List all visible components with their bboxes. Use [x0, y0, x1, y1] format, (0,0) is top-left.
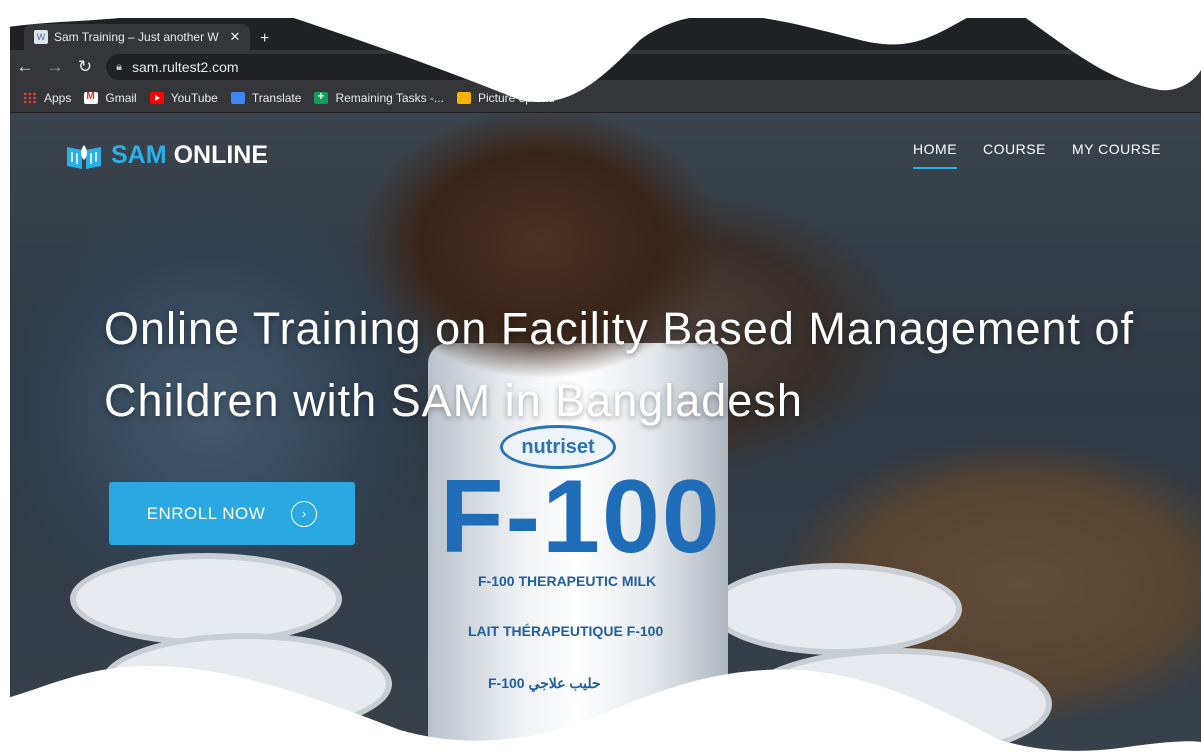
bookmark-label: Remaining Tasks -... [335, 91, 444, 105]
main-nav: HOME COURSE MY COURSE [887, 141, 1161, 169]
chevron-right-circle-icon: › [291, 500, 318, 527]
tin-lid [70, 553, 342, 645]
bookmark-youtube[interactable]: YouTube [149, 91, 218, 105]
tin-lid [100, 633, 392, 735]
bookmark-remaining-tasks[interactable]: Remaining Tasks -... [314, 89, 444, 105]
bookmarks-bar: Apps Gmail YouTube Translate Remaining T… [10, 84, 1201, 113]
sheets-icon [314, 89, 329, 104]
tin-lid [740, 648, 1052, 753]
reload-icon[interactable]: ↻ [70, 57, 100, 77]
browser-tab-strip: W Sam Training – Just another W ✕ + [10, 18, 1201, 50]
back-arrow-icon[interactable]: ← [10, 57, 40, 77]
address-bar[interactable]: 🔒︎ sam.rultest2.com [106, 54, 1166, 80]
bookmark-label: Apps [44, 91, 72, 105]
gmail-icon [84, 91, 99, 104]
hero-section: nutriset F-100 F-100 THERAPEUTIC MILK LA… [10, 113, 1201, 753]
tab-title: Sam Training – Just another W [54, 30, 219, 44]
bookmark-gmail[interactable]: Gmail [84, 91, 137, 105]
picture-icon [456, 92, 471, 104]
new-tab-icon[interactable]: + [260, 30, 269, 48]
bookmark-label: Gmail [105, 91, 137, 105]
nav-my-course[interactable]: MY COURSE [1072, 141, 1161, 169]
translate-icon [230, 92, 245, 104]
logo-text-sam: SAM [111, 141, 167, 169]
browser-toolbar: ← → ↻ 🔒︎ sam.rultest2.com [10, 50, 1201, 84]
bookmark-label: Translate [251, 91, 302, 105]
can-label-english: F-100 THERAPEUTIC MILK [478, 573, 657, 589]
apps-grid-icon [23, 92, 37, 104]
bookmark-apps[interactable]: Apps [23, 91, 71, 105]
enroll-now-button[interactable]: ENROLL NOW › [109, 482, 355, 545]
lock-icon: 🔒︎ [116, 60, 122, 73]
bookmark-label: Picture upload [477, 91, 555, 105]
address-url: sam.rultest2.com [132, 59, 239, 75]
youtube-icon [149, 92, 164, 104]
bookmark-translate[interactable]: Translate [230, 91, 302, 105]
nav-home[interactable]: HOME [913, 141, 958, 169]
nav-course[interactable]: COURSE [983, 141, 1046, 169]
enroll-now-label: ENROLL NOW [146, 503, 266, 523]
bookmark-picture-upload[interactable]: Picture upload [456, 91, 555, 105]
close-tab-icon[interactable]: ✕ [226, 29, 244, 45]
site-favicon-icon: W [34, 30, 48, 44]
site-logo[interactable]: SAM ONLINE [65, 141, 268, 170]
can-product-name: F-100 [440, 459, 722, 575]
tin-lid [710, 563, 962, 655]
browser-tab[interactable]: W Sam Training – Just another W ✕ [24, 24, 250, 50]
can-label-arabic: F-100 حليب علاجي [488, 675, 601, 691]
bookmark-label: YouTube [170, 91, 218, 105]
can-label-french: LAIT THÉRAPEUTIQUE F-100 [468, 623, 664, 639]
forward-arrow-icon[interactable]: → [40, 57, 70, 77]
logo-text-online: ONLINE [173, 141, 269, 169]
hero-headline: Online Training on Facility Based Manage… [104, 303, 1135, 426]
book-logo-icon [67, 144, 101, 169]
